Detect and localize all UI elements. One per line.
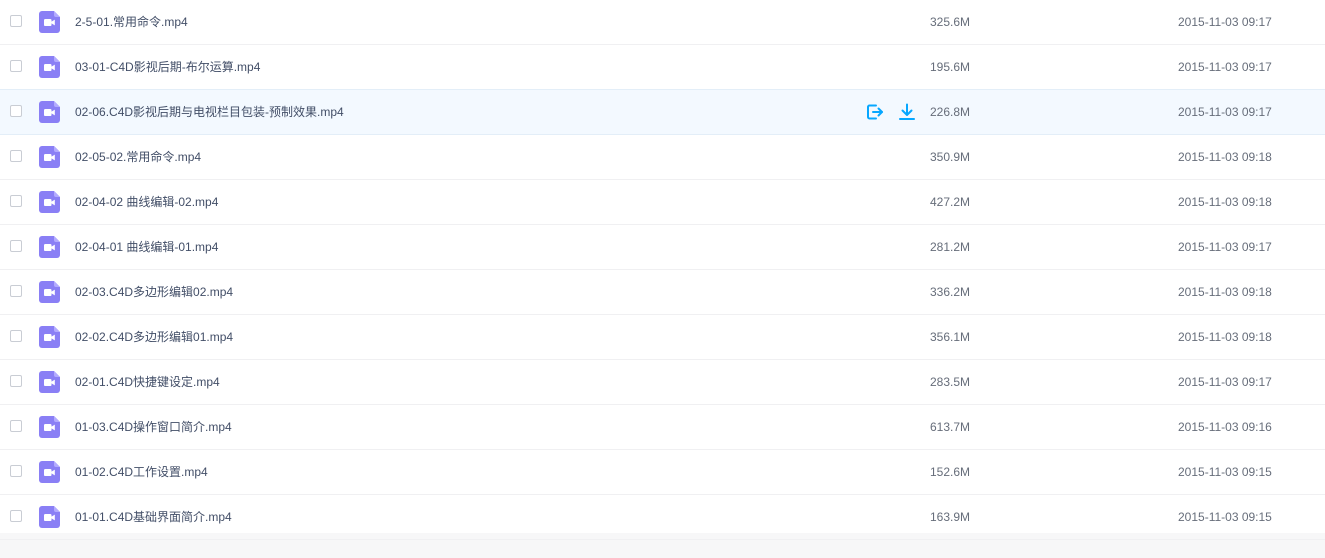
file-modified-date: 2015-11-03 09:17 <box>1178 240 1272 254</box>
video-file-icon <box>39 56 60 78</box>
file-modified-date: 2015-11-03 09:18 <box>1178 195 1272 209</box>
row-checkbox[interactable] <box>10 105 22 117</box>
file-modified-date: 2015-11-03 09:17 <box>1178 375 1272 389</box>
row-checkbox[interactable] <box>10 240 22 252</box>
file-row[interactable]: 02-04-01 曲线编辑-01.mp4 281.2M 2015-11-03 0… <box>0 225 1325 270</box>
row-checkbox[interactable] <box>10 60 22 72</box>
file-row[interactable]: 01-03.C4D操作窗口简介.mp4 613.7M 2015-11-03 09… <box>0 405 1325 450</box>
video-file-icon <box>39 191 60 213</box>
file-list: 2-5-01.常用命令.mp4 325.6M 2015-11-03 09:17 … <box>0 0 1325 540</box>
file-size: 195.6M <box>930 60 971 74</box>
video-file-icon <box>39 461 60 483</box>
video-file-icon <box>39 146 60 168</box>
file-row[interactable]: 2-5-01.常用命令.mp4 325.6M 2015-11-03 09:17 <box>0 0 1325 45</box>
file-name[interactable]: 02-03.C4D多边形编辑02.mp4 <box>75 270 233 314</box>
row-checkbox[interactable] <box>10 285 22 297</box>
row-checkbox[interactable] <box>10 465 22 477</box>
video-file-icon <box>39 371 60 393</box>
row-checkbox[interactable] <box>10 330 22 342</box>
video-file-icon <box>39 236 60 258</box>
file-name[interactable]: 01-02.C4D工作设置.mp4 <box>75 450 208 494</box>
file-name[interactable]: 02-02.C4D多边形编辑01.mp4 <box>75 315 233 359</box>
file-modified-date: 2015-11-03 09:18 <box>1178 285 1272 299</box>
file-name[interactable]: 02-01.C4D快捷键设定.mp4 <box>75 360 220 404</box>
file-size: 356.1M <box>930 330 971 344</box>
file-row[interactable]: 02-01.C4D快捷键设定.mp4 283.5M 2015-11-03 09:… <box>0 360 1325 405</box>
file-size: 325.6M <box>930 15 971 29</box>
file-size: 613.7M <box>930 420 971 434</box>
file-modified-date: 2015-11-03 09:15 <box>1178 510 1272 524</box>
file-modified-date: 2015-11-03 09:18 <box>1178 150 1272 164</box>
file-size: 226.8M <box>930 105 971 119</box>
file-size: 283.5M <box>930 375 971 389</box>
video-file-icon <box>39 101 60 123</box>
row-checkbox[interactable] <box>10 510 22 522</box>
file-size: 152.6M <box>930 465 971 479</box>
video-file-icon <box>39 326 60 348</box>
video-file-icon <box>39 11 60 33</box>
video-file-icon <box>39 506 60 528</box>
file-modified-date: 2015-11-03 09:15 <box>1178 465 1272 479</box>
row-checkbox[interactable] <box>10 15 22 27</box>
file-size: 163.9M <box>930 510 971 524</box>
video-file-icon <box>39 281 60 303</box>
file-modified-date: 2015-11-03 09:18 <box>1178 330 1272 344</box>
file-row[interactable]: 02-02.C4D多边形编辑01.mp4 356.1M 2015-11-03 0… <box>0 315 1325 360</box>
file-modified-date: 2015-11-03 09:16 <box>1178 420 1272 434</box>
row-checkbox[interactable] <box>10 420 22 432</box>
file-name[interactable]: 02-04-01 曲线编辑-01.mp4 <box>75 225 218 269</box>
file-row[interactable]: 01-01.C4D基础界面简介.mp4 163.9M 2015-11-03 09… <box>0 495 1325 540</box>
file-row[interactable]: 02-04-02 曲线编辑-02.mp4 427.2M 2015-11-03 0… <box>0 180 1325 225</box>
file-name[interactable]: 02-04-02 曲线编辑-02.mp4 <box>75 180 218 224</box>
file-row[interactable]: 01-02.C4D工作设置.mp4 152.6M 2015-11-03 09:1… <box>0 450 1325 495</box>
file-name[interactable]: 01-03.C4D操作窗口简介.mp4 <box>75 405 232 449</box>
file-size: 350.9M <box>930 150 971 164</box>
row-checkbox[interactable] <box>10 150 22 162</box>
row-checkbox[interactable] <box>10 375 22 387</box>
file-name[interactable]: 02-05-02.常用命令.mp4 <box>75 135 201 179</box>
file-modified-date: 2015-11-03 09:17 <box>1178 60 1272 74</box>
file-name[interactable]: 01-01.C4D基础界面简介.mp4 <box>75 495 232 539</box>
file-modified-date: 2015-11-03 09:17 <box>1178 15 1272 29</box>
file-name[interactable]: 02-06.C4D影视后期与电视栏目包装-预制效果.mp4 <box>75 90 344 134</box>
share-out-icon[interactable] <box>865 102 885 122</box>
file-row[interactable]: 02-05-02.常用命令.mp4 350.9M 2015-11-03 09:1… <box>0 135 1325 180</box>
file-name[interactable]: 2-5-01.常用命令.mp4 <box>75 0 188 44</box>
download-icon[interactable] <box>897 102 917 122</box>
row-checkbox[interactable] <box>10 195 22 207</box>
file-modified-date: 2015-11-03 09:17 <box>1178 105 1272 119</box>
file-size: 336.2M <box>930 285 971 299</box>
file-size: 281.2M <box>930 240 971 254</box>
file-row[interactable]: 03-01-C4D影视后期-布尔运算.mp4 195.6M 2015-11-03… <box>0 45 1325 90</box>
file-size: 427.2M <box>930 195 971 209</box>
video-file-icon <box>39 416 60 438</box>
file-row[interactable]: 02-03.C4D多边形编辑02.mp4 336.2M 2015-11-03 0… <box>0 270 1325 315</box>
file-row[interactable]: 02-06.C4D影视后期与电视栏目包装-预制效果.mp4 226.8M 201… <box>0 89 1325 135</box>
file-name[interactable]: 03-01-C4D影视后期-布尔运算.mp4 <box>75 45 260 89</box>
